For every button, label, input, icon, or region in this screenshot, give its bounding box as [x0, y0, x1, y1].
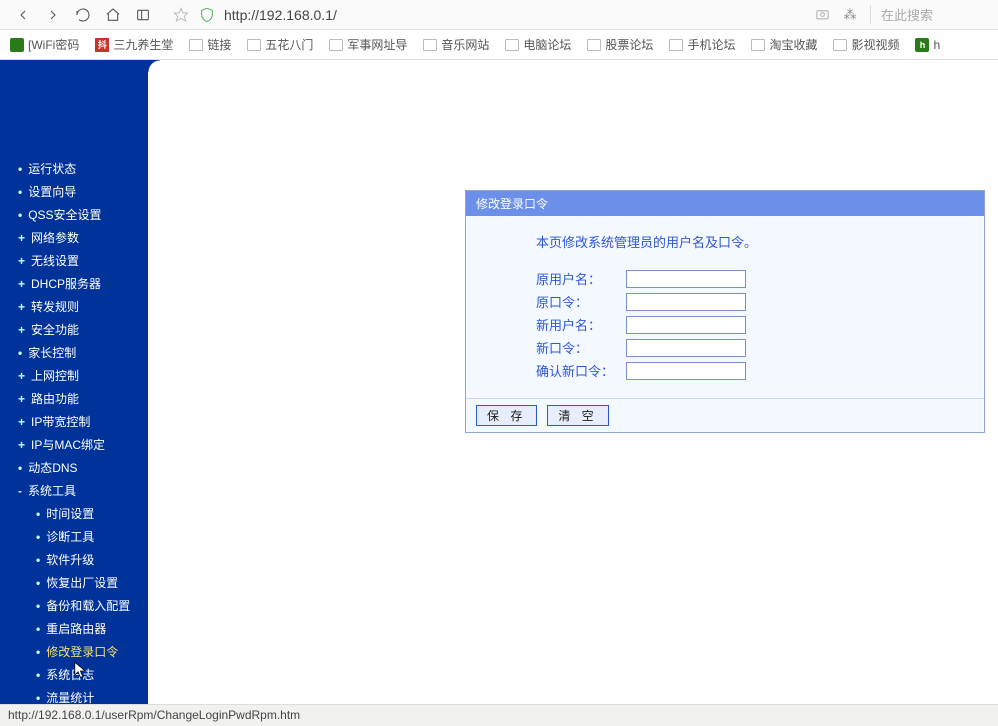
new-username-input[interactable] — [626, 316, 746, 334]
subnav-item-5[interactable]: 重启路由器 — [0, 617, 148, 640]
screenshot-icon[interactable] — [812, 7, 832, 22]
status-bar: http://192.168.0.1/userRpm/ChangeLoginPw… — [0, 704, 998, 726]
nav-item-2[interactable]: QSS安全设置 — [0, 203, 148, 226]
bookmark-3[interactable]: 五花八门 — [247, 36, 313, 53]
home-button[interactable] — [102, 4, 124, 26]
content-area: 修改登录口令 本页修改系统管理员的用户名及口令。 原用户名： 原口令： 新用户名… — [195, 60, 998, 704]
translate-icon[interactable]: ⁂ — [840, 7, 860, 23]
subnav-item-7[interactable]: 系统日志 — [0, 663, 148, 686]
bookmark-label: 链接 — [207, 36, 231, 53]
favorite-icon[interactable] — [172, 6, 190, 24]
bookmark-label: [WiFi密码 — [28, 36, 79, 53]
nav-item-13[interactable]: 动态DNS — [0, 456, 148, 479]
site-icon — [10, 38, 24, 52]
folder-icon — [669, 39, 683, 51]
bookmark-1[interactable]: 抖三九养生堂 — [95, 36, 173, 53]
bookmark-label: 影视视频 — [851, 36, 899, 53]
sidebar-nav: 运行状态设置向导QSS安全设置网络参数无线设置DHCP服务器转发规则安全功能家长… — [0, 145, 148, 704]
bookmark-label: 五花八门 — [265, 36, 313, 53]
nav-item-12[interactable]: IP与MAC绑定 — [0, 433, 148, 456]
bookmark-label: 音乐网站 — [441, 36, 489, 53]
nav-item-3[interactable]: 网络参数 — [0, 226, 148, 249]
bookmark-7[interactable]: 股票论坛 — [587, 36, 653, 53]
bookmark-label: 三九养生堂 — [113, 36, 173, 53]
panel-description: 本页修改系统管理员的用户名及口令。 — [496, 232, 964, 251]
site-icon: 抖 — [95, 38, 109, 52]
shield-icon[interactable] — [198, 6, 216, 24]
browser-toolbar: ⁂ 在此搜索 — [0, 0, 998, 30]
nav-item-9[interactable]: 上网控制 — [0, 364, 148, 387]
clear-button[interactable]: 清 空 — [547, 405, 608, 426]
old-password-label: 原口令： — [536, 292, 626, 311]
old-username-input[interactable] — [626, 270, 746, 288]
bookmark-label: 股票论坛 — [605, 36, 653, 53]
nav-item-6[interactable]: 转发规则 — [0, 295, 148, 318]
subnav-item-4[interactable]: 备份和载入配置 — [0, 594, 148, 617]
new-username-label: 新用户名： — [536, 315, 626, 334]
folder-icon — [587, 39, 601, 51]
folder-icon — [189, 39, 203, 51]
nav-item-10[interactable]: 路由功能 — [0, 387, 148, 410]
search-box[interactable]: 在此搜索 — [870, 5, 990, 24]
confirm-password-input[interactable] — [626, 362, 746, 380]
subnav-item-6[interactable]: 修改登录口令 — [0, 640, 148, 663]
nav-item-11[interactable]: IP带宽控制 — [0, 410, 148, 433]
bookmark-4[interactable]: 军事网址导 — [329, 36, 407, 53]
bookmark-label: 手机论坛 — [687, 36, 735, 53]
subnav-item-8[interactable]: 流量统计 — [0, 686, 148, 704]
folder-icon — [423, 39, 437, 51]
bookmarks-bar: [WiFi密码抖三九养生堂链接五花八门军事网址导音乐网站电脑论坛股票论坛手机论坛… — [0, 30, 998, 60]
sidebar-toggle-button[interactable] — [132, 4, 154, 26]
nav-item-1[interactable]: 设置向导 — [0, 180, 148, 203]
subnav-item-1[interactable]: 诊断工具 — [0, 525, 148, 548]
nav-item-0[interactable]: 运行状态 — [0, 157, 148, 180]
nav-item-4[interactable]: 无线设置 — [0, 249, 148, 272]
address-bar[interactable] — [224, 7, 754, 23]
bookmark-11[interactable]: hh — [915, 38, 940, 52]
new-password-label: 新口令： — [536, 338, 626, 357]
bookmark-label: h — [933, 38, 940, 52]
nav-item-8[interactable]: 家长控制 — [0, 341, 148, 364]
panel-title: 修改登录口令 — [466, 191, 984, 216]
new-password-input[interactable] — [626, 339, 746, 357]
folder-icon — [751, 39, 765, 51]
bookmark-2[interactable]: 链接 — [189, 36, 231, 53]
bookmark-6[interactable]: 电脑论坛 — [505, 36, 571, 53]
folder-icon — [329, 39, 343, 51]
bookmark-10[interactable]: 影视视频 — [833, 36, 899, 53]
folder-icon — [505, 39, 519, 51]
bookmark-8[interactable]: 手机论坛 — [669, 36, 735, 53]
nav-item-7[interactable]: 安全功能 — [0, 318, 148, 341]
bookmark-0[interactable]: [WiFi密码 — [10, 36, 79, 53]
subnav-item-2[interactable]: 软件升级 — [0, 548, 148, 571]
bookmark-label: 淘宝收藏 — [769, 36, 817, 53]
folder-icon — [247, 39, 261, 51]
folder-icon — [833, 39, 847, 51]
change-password-panel: 修改登录口令 本页修改系统管理员的用户名及口令。 原用户名： 原口令： 新用户名… — [465, 190, 985, 433]
old-password-input[interactable] — [626, 293, 746, 311]
confirm-password-label: 确认新口令： — [536, 361, 626, 380]
old-username-label: 原用户名： — [536, 269, 626, 288]
back-button[interactable] — [12, 4, 34, 26]
bookmark-5[interactable]: 音乐网站 — [423, 36, 489, 53]
bookmark-label: 军事网址导 — [347, 36, 407, 53]
bookmark-9[interactable]: 淘宝收藏 — [751, 36, 817, 53]
save-button[interactable]: 保 存 — [476, 405, 537, 426]
forward-button[interactable] — [42, 4, 64, 26]
nav-item-14[interactable]: 系统工具 — [0, 479, 148, 502]
bookmark-label: 电脑论坛 — [523, 36, 571, 53]
refresh-button[interactable] — [72, 4, 94, 26]
site-icon: h — [915, 38, 929, 52]
subnav-item-3[interactable]: 恢复出厂设置 — [0, 571, 148, 594]
nav-item-5[interactable]: DHCP服务器 — [0, 272, 148, 295]
subnav-item-0[interactable]: 时间设置 — [0, 502, 148, 525]
